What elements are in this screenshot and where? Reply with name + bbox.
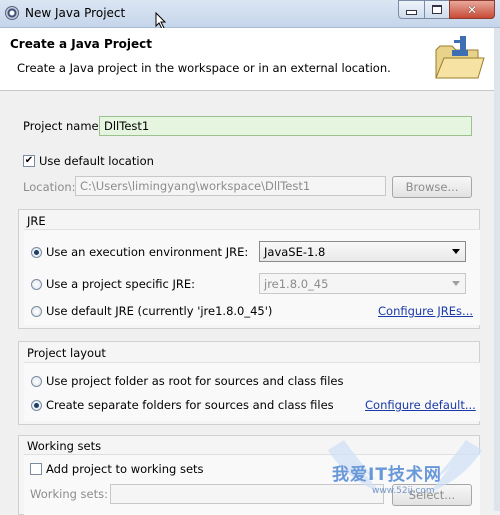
project-name-label: Project name:: [23, 119, 103, 133]
layout-separate-folders-label: Create separate folders for sources and …: [46, 398, 334, 412]
working-sets-group-title: Working sets: [27, 439, 102, 453]
watermark-url: www.52ij.com: [372, 486, 435, 496]
location-input[interactable]: C:\Users\limingyang\workspace\DllTest1: [75, 176, 386, 196]
project-specific-jre-value: jre1.8.0_45: [264, 276, 329, 291]
checkmark-icon: ✔: [24, 155, 34, 166]
configure-jres-link[interactable]: Configure JREs...: [378, 304, 473, 318]
project-specific-jre-select[interactable]: jre1.8.0_45: [259, 273, 466, 294]
window-border: [494, 28, 500, 511]
site-watermark: 我爱IT技术网 www.52ij.com: [310, 430, 500, 511]
browse-button[interactable]: Browse...: [392, 176, 472, 198]
dropdown-arrow-icon: [452, 281, 460, 286]
wizard-description: Create a Java project in the workspace o…: [17, 61, 391, 75]
jre-default-label: Use default JRE (currently 'jre1.8.0_45'…: [46, 304, 273, 318]
execution-environment-select[interactable]: JavaSE-1.8: [259, 241, 466, 262]
close-icon: ✕: [466, 2, 478, 17]
dropdown-arrow-icon: [452, 249, 460, 254]
java-project-folder-icon: [435, 36, 485, 79]
working-sets-label: Working sets:: [30, 487, 109, 501]
watermark-text: 我爱IT技术网: [332, 465, 442, 485]
execution-environment-value: JavaSE-1.8: [264, 244, 326, 259]
jre-group-title: JRE: [27, 214, 46, 228]
layout-project-root-label: Use project folder as root for sources a…: [46, 374, 344, 388]
window-title: New Java Project: [25, 6, 126, 20]
jre-default-radio[interactable]: [31, 306, 42, 317]
project-layout-group-body: [24, 362, 480, 421]
location-label: Location:: [23, 180, 76, 194]
close-button[interactable]: ✕: [449, 0, 495, 19]
title-bar: New Java Project ✕: [0, 0, 500, 28]
minimize-icon: [406, 10, 417, 15]
layout-separate-folders-radio[interactable]: [31, 400, 42, 411]
minimize-button[interactable]: [398, 0, 425, 19]
eclipse-app-icon: [5, 6, 19, 20]
maximize-button[interactable]: [424, 0, 450, 19]
jre-execution-environment-label: Use an execution environment JRE:: [46, 245, 249, 259]
configure-default-link[interactable]: Configure default...: [365, 398, 476, 412]
maximize-icon: [432, 5, 442, 14]
add-to-working-sets-label: Add project to working sets: [46, 462, 204, 476]
project-name-input[interactable]: DllTest1: [99, 116, 472, 136]
project-layout-group-title: Project layout: [27, 346, 106, 360]
use-default-location-checkbox[interactable]: ✔: [23, 155, 35, 167]
jre-project-specific-radio[interactable]: [31, 279, 42, 290]
layout-project-root-radio[interactable]: [31, 376, 42, 387]
jre-project-specific-label: Use a project specific JRE:: [46, 277, 196, 291]
add-to-working-sets-checkbox[interactable]: [30, 463, 42, 475]
wizard-header: Create a Java Project Create a Java proj…: [0, 28, 500, 91]
jre-execution-environment-radio[interactable]: [31, 247, 42, 258]
use-default-location-label: Use default location: [39, 154, 154, 168]
wizard-title: Create a Java Project: [10, 37, 153, 51]
